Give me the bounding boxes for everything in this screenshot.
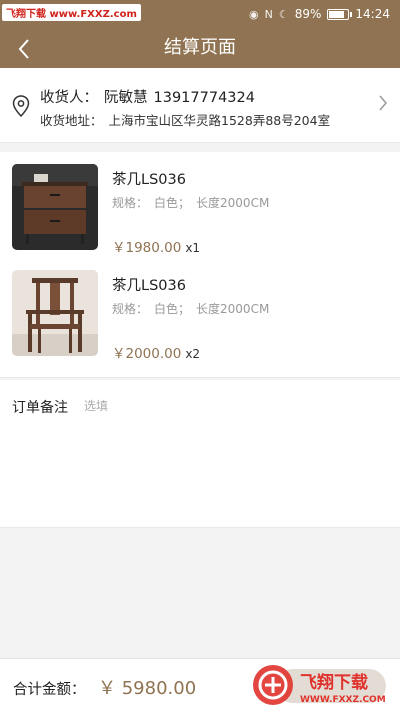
status-bar: 飞翔下载 www.FXXZ.com ◉ N ☾ 89% 14:24 — [0, 0, 400, 30]
eye-icon: ◉ — [249, 7, 259, 21]
clock: 14:24 — [355, 7, 390, 21]
nav-bar: 结算页面 — [0, 30, 400, 68]
battery-percent: 89% — [294, 7, 322, 21]
consignee-phone: 13917774324 — [153, 90, 255, 106]
order-remark-label: 订单备注 — [12, 400, 68, 416]
order-remark-section: 订单备注 — [0, 380, 400, 528]
spec-color: 白色； — [154, 196, 191, 210]
product-item[interactable]: 茶几LS036 规格： 白色； 长度2000CM ￥1980.00 x1 — [0, 152, 400, 256]
spec-label: 规格： — [112, 196, 149, 210]
total-label: 合计金额： — [13, 682, 86, 698]
order-remark-input[interactable] — [84, 395, 384, 417]
spec-length: 长度2000CM — [196, 196, 270, 210]
address-label: 收货地址： — [40, 113, 103, 128]
battery-level — [329, 10, 345, 18]
consignee-name: 阮敏慧 — [104, 90, 148, 106]
product-spec: 规格： 白色； 长度2000CM — [112, 194, 269, 211]
product-price: ￥2000.00 — [112, 346, 182, 362]
watermark-badge: 飞翔下载 www.FXXZ.com — [2, 4, 141, 21]
nightstand-image — [12, 164, 98, 250]
product-list: 茶几LS036 规格： 白色； 长度2000CM ￥1980.00 x1 茶几L… — [0, 152, 400, 378]
logo-brand-text: 飞翔下载 — [300, 672, 368, 693]
logo-url-text: WWW.FXXZ.COM — [300, 695, 386, 705]
product-price: ￥1980.00 — [112, 240, 182, 256]
total-amount: ￥ 5980.00 — [98, 678, 197, 699]
chevron-right-icon — [379, 95, 387, 111]
brand-logo: 飞翔下载 WWW.FXXZ.COM — [250, 662, 390, 708]
product-item[interactable]: 茶几LS036 规格： 白色； 长度2000CM ￥2000.00 x2 — [0, 258, 400, 362]
location-pin-icon — [12, 95, 30, 117]
nfc-icon: N — [264, 7, 273, 21]
moon-icon: ☾ — [278, 7, 289, 21]
consignee-line: 收货人： 阮敏慧 13917774324 — [40, 86, 255, 107]
spec-length: 长度2000CM — [196, 302, 270, 316]
product-price-line: ￥1980.00 x1 — [112, 236, 200, 256]
consignee-label: 收货人： — [40, 90, 98, 106]
product-spec: 规格： 白色； 长度2000CM — [112, 300, 269, 317]
address-value: 上海市宝山区华灵路1528弄88号204室 — [108, 113, 331, 128]
product-qty: x2 — [185, 347, 201, 361]
product-name: 茶几LS036 — [112, 278, 186, 294]
address-line: 收货地址： 上海市宝山区华灵路1528弄88号204室 — [40, 110, 330, 129]
product-name: 茶几LS036 — [112, 172, 186, 188]
product-qty: x1 — [185, 241, 201, 255]
product-price-line: ￥2000.00 x2 — [112, 342, 200, 362]
spec-color: 白色； — [154, 302, 191, 316]
address-section[interactable]: 收货人： 阮敏慧 13917774324 收货地址： 上海市宝山区华灵路1528弄88… — [0, 68, 400, 143]
spec-label: 规格： — [112, 302, 149, 316]
battery-icon — [327, 8, 353, 20]
page-title: 结算页面 — [164, 37, 236, 58]
system-icons: ◉ N ☾ 89% 14:24 — [249, 7, 390, 21]
chair-image — [12, 270, 98, 356]
